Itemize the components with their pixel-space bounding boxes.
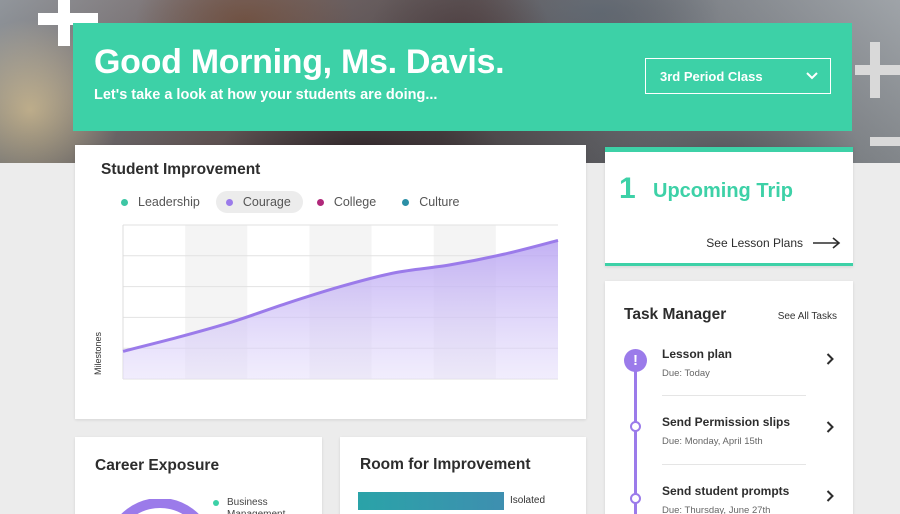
task-manager-title: Task Manager	[624, 306, 727, 323]
arrow-right-icon	[813, 237, 841, 249]
chevron-down-icon	[806, 72, 818, 80]
plus-decor-right-horizontal	[855, 65, 900, 75]
see-lesson-plans-link[interactable]: See Lesson Plans	[706, 236, 841, 250]
legend-item-college[interactable]: College	[307, 191, 388, 213]
legend-label: College	[333, 195, 377, 209]
class-select-value: 3rd Period Class	[660, 68, 763, 84]
improvement-bar-label: Isolated	[510, 495, 546, 506]
task-timeline	[634, 361, 637, 514]
task-name: Lesson plan	[662, 347, 733, 361]
career-donut-chart	[121, 499, 199, 514]
class-select-dropdown[interactable]: 3rd Period Class	[645, 58, 831, 94]
improvement-bar	[358, 492, 504, 510]
legend-dot	[402, 198, 410, 206]
legend-dot	[121, 198, 128, 206]
task-divider	[662, 395, 806, 396]
see-lesson-plans-label: See Lesson Plans	[706, 236, 803, 250]
task-due: Due: Monday, April 15th	[662, 436, 763, 447]
task-divider	[662, 464, 806, 465]
upcoming-trip-label: Upcoming Trip	[653, 180, 793, 202]
task-item-permission-slips[interactable]: Send Permission slips Due: Monday, April…	[662, 415, 834, 447]
improvement-chart	[95, 221, 575, 411]
chevron-right-icon	[826, 421, 834, 433]
task-due: Due: Thursday, June 27th	[662, 505, 771, 514]
student-improvement-title: Student Improvement	[101, 161, 261, 178]
upcoming-trip-count: 1	[619, 172, 636, 205]
legend-item-culture[interactable]: Culture	[392, 191, 471, 213]
career-exposure-title: Career Exposure	[95, 457, 220, 474]
greeting-subtitle: Let's take a look at how your students a…	[94, 87, 438, 103]
room-for-improvement-card: Room for Improvement Isolated	[340, 437, 586, 514]
legend-dot	[225, 198, 233, 206]
career-exposure-card: Career Exposure Business Management	[75, 437, 322, 514]
greeting-title: Good Morning, Ms. Davis.	[94, 43, 505, 81]
task-name: Send Permission slips	[662, 415, 791, 429]
career-legend-label: Business Management	[227, 497, 285, 514]
chevron-right-icon	[826, 353, 834, 365]
student-improvement-card: Student Improvement Leadership Courage Col…	[75, 145, 586, 419]
legend-label: Leadership	[138, 195, 200, 209]
task-name: Send student prompts	[662, 484, 790, 498]
upcoming-trip-card[interactable]: 1 Upcoming Trip See Lesson Plans	[605, 147, 853, 266]
timeline-node	[630, 421, 641, 432]
see-all-tasks-link[interactable]: See All Tasks	[778, 311, 837, 322]
task-item-student-prompts[interactable]: Send student prompts Due: Thursday, June…	[662, 484, 834, 514]
legend-dot	[316, 198, 324, 206]
legend-label: Courage	[242, 195, 291, 209]
room-for-improvement-title: Room for Improvement	[360, 456, 531, 473]
legend-item-courage[interactable]: Courage	[215, 191, 303, 213]
welcome-banner: Good Morning, Ms. Davis. Let's take a lo…	[73, 23, 852, 131]
legend-label: Culture	[419, 195, 460, 209]
legend-item-leadership[interactable]: Leadership	[111, 191, 212, 213]
improvement-chart-svg	[122, 224, 559, 380]
task-manager-card: Task Manager See All Tasks ! Lesson plan…	[605, 281, 853, 514]
career-legend-dot	[213, 500, 219, 506]
alert-icon: !	[624, 349, 647, 372]
timeline-node	[630, 493, 641, 504]
task-item-lesson-plan[interactable]: Lesson plan Due: Today	[662, 347, 834, 379]
task-due: Due: Today	[662, 368, 710, 379]
chevron-right-icon	[826, 490, 834, 502]
minus-decor-right	[870, 137, 900, 146]
chart-legend: Leadership Courage College Culture	[111, 191, 476, 213]
